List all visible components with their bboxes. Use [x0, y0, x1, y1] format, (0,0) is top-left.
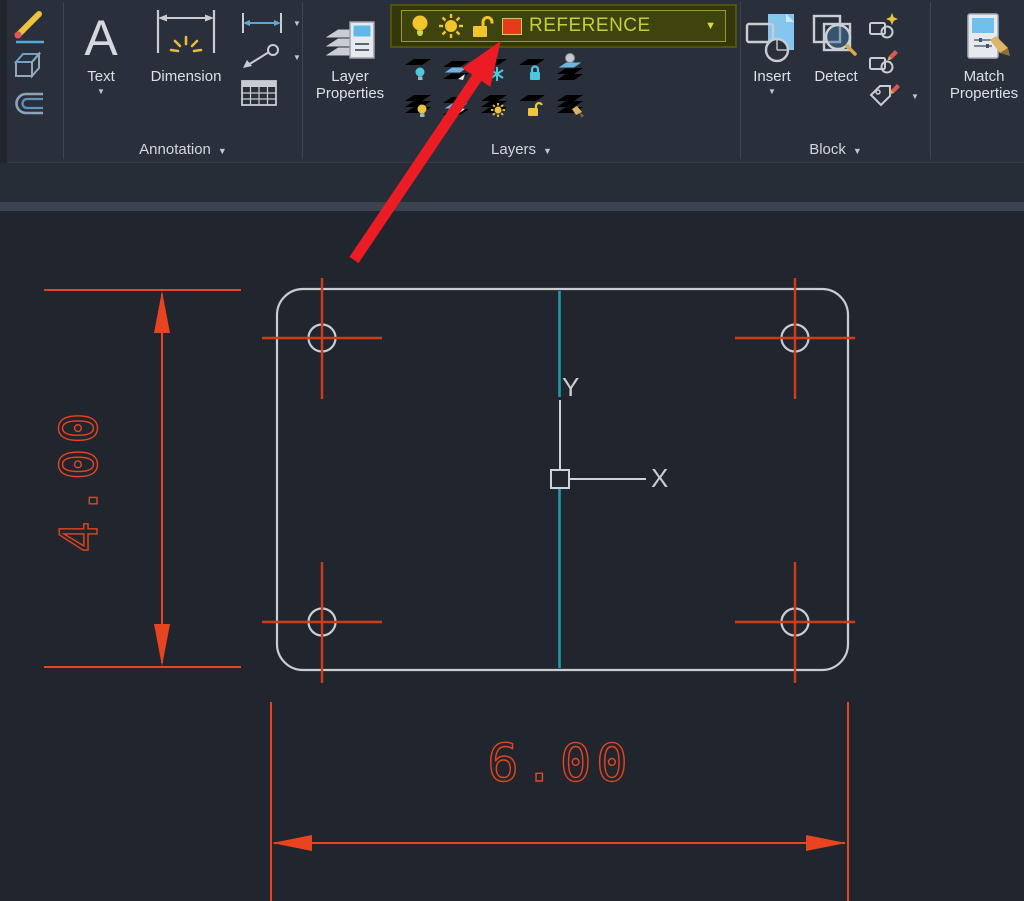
layer-thaw-button[interactable]	[475, 85, 513, 121]
dimension-button-label: Dimension	[151, 68, 222, 85]
turn-all-layers-on-button[interactable]	[399, 85, 437, 121]
layer-lock-icon	[517, 52, 547, 82]
block-mini-tools: ▼	[868, 12, 919, 110]
ucs-x-label: X	[651, 463, 668, 493]
chevron-down-icon[interactable]: ▼	[911, 92, 919, 102]
chevron-down-icon: ▼	[768, 87, 776, 97]
layer-tools-grid	[399, 49, 589, 121]
multileader-icon	[240, 43, 284, 71]
create-block-button[interactable]	[868, 12, 919, 40]
starburst-icon	[171, 37, 201, 51]
layer-lock-button[interactable]	[513, 49, 551, 85]
dimension-vertical-value[interactable]: 4.00	[50, 407, 110, 552]
linear-dimension-button[interactable]: ▼	[240, 10, 301, 36]
layer-unisolate-button[interactable]	[437, 85, 475, 121]
layer-unlock-icon	[471, 14, 495, 39]
chevron-down-icon[interactable]: ▼	[293, 19, 301, 29]
annotation-mini-tools: ▼ ▼	[240, 10, 301, 108]
insert-block-icon	[744, 12, 800, 64]
dimension-vertical[interactable]: 4.00	[44, 290, 241, 667]
layer-properties-button[interactable]: Layer Properties	[306, 4, 394, 102]
chevron-down-icon[interactable]: ▼	[293, 53, 301, 63]
layer-isolate-icon	[441, 52, 471, 82]
layer-on-bulb-icon	[409, 13, 431, 39]
edit-pencil-icon[interactable]	[10, 8, 50, 46]
match-properties-icon	[956, 12, 1012, 64]
text-button[interactable]: A Text ▼	[72, 4, 130, 97]
insert-button[interactable]: Insert ▼	[742, 4, 802, 97]
plate-outline[interactable]	[277, 289, 848, 670]
detect-icon	[808, 12, 864, 64]
layer-unlock-icon	[517, 88, 547, 118]
block-panel-label-text: Block	[809, 141, 846, 158]
layer-thaw-sun-icon	[438, 13, 464, 39]
clip-icon[interactable]	[12, 90, 46, 118]
layer-isolate-button[interactable]	[437, 49, 475, 85]
text-icon: A	[84, 12, 117, 64]
selected-layer-name: REFERENCE	[529, 15, 698, 37]
chevron-down-icon: ▼	[97, 87, 105, 97]
layer-color-swatch	[502, 18, 522, 35]
multileader-button[interactable]: ▼	[240, 43, 301, 71]
annotation-panel-label[interactable]: Annotation ▼	[64, 141, 302, 158]
make-object-layer-current-button[interactable]	[551, 49, 589, 85]
panel-separator	[930, 2, 931, 159]
ribbon-left-edge	[0, 0, 7, 163]
panel-separator	[740, 2, 741, 159]
text-button-label: Text	[87, 68, 115, 85]
block-panel-label[interactable]: Block ▼	[741, 141, 930, 158]
layers-panel-label[interactable]: Layers ▼	[303, 141, 740, 158]
insert-button-label: Insert	[753, 68, 791, 85]
layers-panel-label-text: Layers	[491, 141, 536, 158]
layer-unlock-button[interactable]	[513, 85, 551, 121]
layer-off-button[interactable]	[399, 49, 437, 85]
layer-combo-highlight: REFERENCE ▼	[390, 4, 737, 48]
ucs-icon: X Y	[551, 372, 668, 493]
cube-3d-icon[interactable]	[12, 50, 46, 82]
linear-dimension-icon	[240, 10, 284, 36]
ribbon: A Text ▼ Dimension	[0, 0, 1024, 163]
layer-combo[interactable]: REFERENCE ▼	[401, 10, 726, 42]
layer-freeze-icon	[479, 52, 509, 82]
chevron-down-icon: ▼	[543, 146, 552, 156]
detect-button[interactable]: Detect	[806, 4, 866, 85]
panel-separator	[302, 2, 303, 159]
dimension-icon	[153, 10, 219, 64]
layer-off-icon	[403, 52, 433, 82]
layer-thaw-icon	[479, 88, 509, 118]
match-properties-button[interactable]: Match Properties	[944, 4, 1024, 102]
chevron-down-icon: ▼	[853, 146, 862, 156]
combo-chevron-down-icon[interactable]: ▼	[705, 20, 716, 32]
create-block-icon	[868, 12, 900, 40]
layer-match-icon	[555, 88, 585, 118]
make-current-icon	[555, 52, 585, 82]
dimension-button[interactable]: Dimension	[138, 4, 234, 85]
table-icon	[240, 78, 278, 108]
panel-separator	[63, 2, 64, 159]
layer-match-button[interactable]	[551, 85, 589, 121]
dimension-horizontal[interactable]: 6.00	[271, 702, 848, 901]
match-properties-label: Match Properties	[944, 68, 1024, 102]
block-editor-button[interactable]	[868, 47, 919, 75]
annotation-panel-label-text: Annotation	[139, 141, 211, 158]
block-editor-icon	[868, 47, 900, 75]
table-button[interactable]	[240, 78, 301, 108]
edit-attributes-button[interactable]: ▼	[868, 82, 919, 110]
detect-button-label: Detect	[814, 68, 857, 85]
layer-freeze-button[interactable]	[475, 49, 513, 85]
chevron-down-icon: ▼	[218, 146, 227, 156]
layers-on-icon	[403, 88, 433, 118]
edit-attributes-icon	[868, 82, 902, 110]
ucs-y-label: Y	[562, 372, 579, 402]
dimension-horizontal-value[interactable]: 6.00	[487, 734, 632, 794]
layer-properties-icon	[322, 8, 378, 64]
layer-unisolate-icon	[441, 88, 471, 118]
layer-properties-label: Layer Properties	[306, 68, 394, 102]
